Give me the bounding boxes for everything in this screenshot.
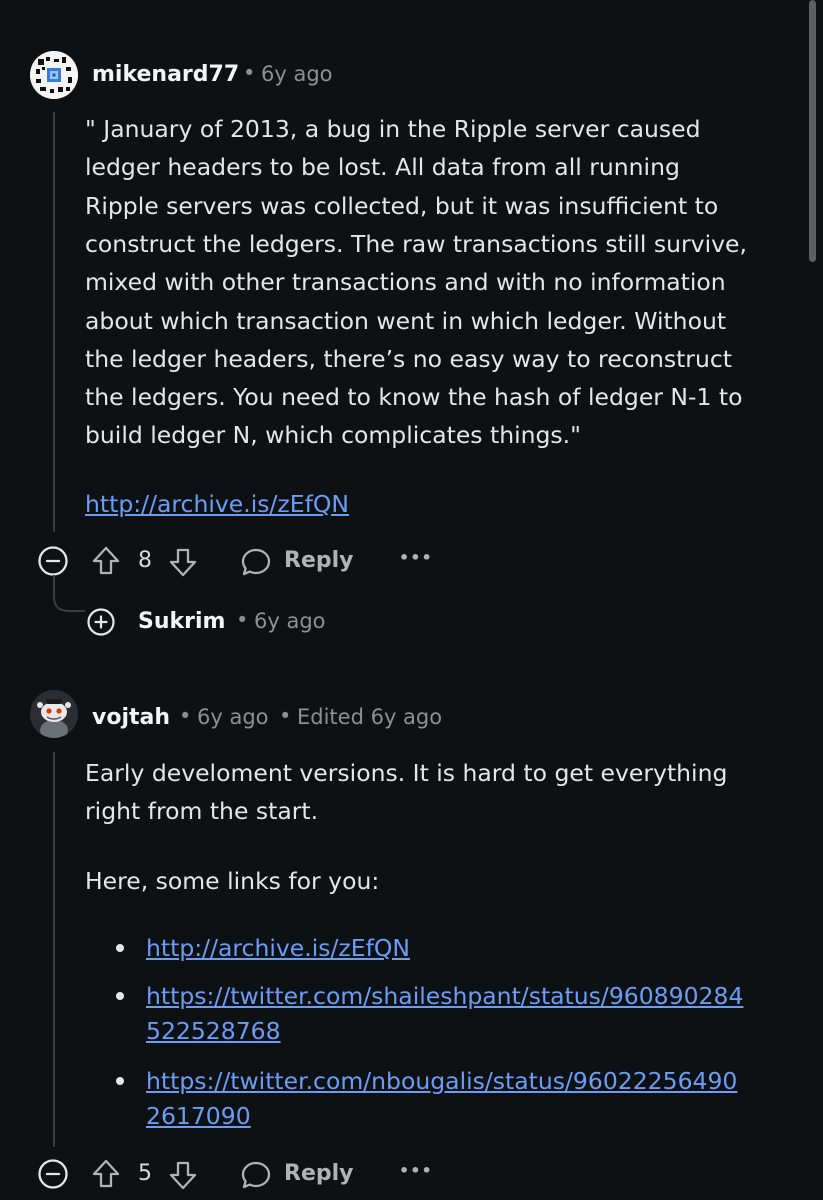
downvote-arrow-icon[interactable] <box>167 1159 199 1191</box>
comment-body-line: mixed with other transactions and with n… <box>85 268 726 297</box>
upvote-arrow-icon[interactable] <box>90 1158 122 1190</box>
meta-separator: • <box>236 608 249 632</box>
more-options-button[interactable]: ••• <box>399 1161 433 1180</box>
reply-button[interactable]: Reply <box>284 548 354 573</box>
reply-button[interactable]: Reply <box>284 1161 354 1186</box>
bullet-dot <box>116 1077 124 1085</box>
comment-timestamp[interactable]: 6y ago <box>254 609 326 633</box>
collapse-minus-circle-icon[interactable] <box>37 1158 69 1190</box>
comment-body-intro: Here, some links for you: <box>85 867 380 895</box>
comment-body-line: Early develoment versions. It is hard to… <box>85 759 728 787</box>
thread-line[interactable] <box>53 112 55 532</box>
meta-separator: • <box>243 61 256 85</box>
meta-separator: • <box>279 704 292 728</box>
archive-link[interactable]: http://archive.is/zEfQN <box>146 927 410 969</box>
comment-body-line: about which transaction went in which le… <box>85 306 727 335</box>
reply-speech-bubble-icon[interactable] <box>240 1159 272 1191</box>
reply-speech-bubble-icon[interactable] <box>240 546 272 578</box>
comment-timestamp[interactable]: 6y ago <box>197 705 269 729</box>
user-avatar[interactable] <box>30 51 78 99</box>
thread-line[interactable] <box>53 752 55 1147</box>
thread-connector-curve <box>53 575 85 612</box>
qr-avatar-icon <box>30 51 78 99</box>
comment-author[interactable]: vojtah <box>92 705 170 730</box>
more-options-button[interactable]: ••• <box>399 548 433 567</box>
comment-author[interactable]: Sukrim <box>138 609 225 634</box>
archive-link[interactable]: http://archive.is/zEfQN <box>85 483 349 525</box>
twitter-link-continued[interactable]: 2617090 <box>146 1095 251 1137</box>
twitter-link-continued[interactable]: 522528768 <box>146 1010 281 1052</box>
comment-body-line: ledger headers to be lost. All data from… <box>85 153 680 182</box>
comment-body-line: the ledger headers, there’s no easy way … <box>85 344 732 373</box>
collapse-minus-circle-icon[interactable] <box>37 545 69 577</box>
comment-body-line: Ripple servers was collected, but it was… <box>85 191 719 220</box>
comment-thread-page: mikenard77 • 6y ago " January of 2013, a… <box>0 0 823 1200</box>
expand-plus-circle-icon[interactable] <box>86 607 116 637</box>
bullet-dot <box>116 944 124 952</box>
comment-body-line: " January of 2013, a bug in the Ripple s… <box>85 115 701 143</box>
upvote-arrow-icon[interactable] <box>90 545 122 577</box>
vote-count: 8 <box>138 548 152 573</box>
comment-timestamp[interactable]: 6y ago <box>261 62 333 86</box>
comment-body-line: build ledger N, which complicates things… <box>85 421 581 450</box>
bullet-dot <box>116 992 124 1000</box>
snoo-avatar-icon <box>30 690 78 738</box>
comment-body-line: the ledgers. You need to know the hash o… <box>85 383 743 412</box>
edited-timestamp: Edited 6y ago <box>297 705 443 729</box>
vote-count: 5 <box>138 1161 152 1186</box>
meta-separator: • <box>179 704 192 728</box>
comment-body-line: right from the start. <box>85 797 319 826</box>
user-avatar[interactable] <box>30 690 78 738</box>
comment-author[interactable]: mikenard77 <box>92 62 239 87</box>
comment-body-line: construct the ledgers. The raw transacti… <box>85 229 747 258</box>
downvote-arrow-icon[interactable] <box>167 546 199 578</box>
scrollbar-thumb[interactable] <box>809 0 816 262</box>
